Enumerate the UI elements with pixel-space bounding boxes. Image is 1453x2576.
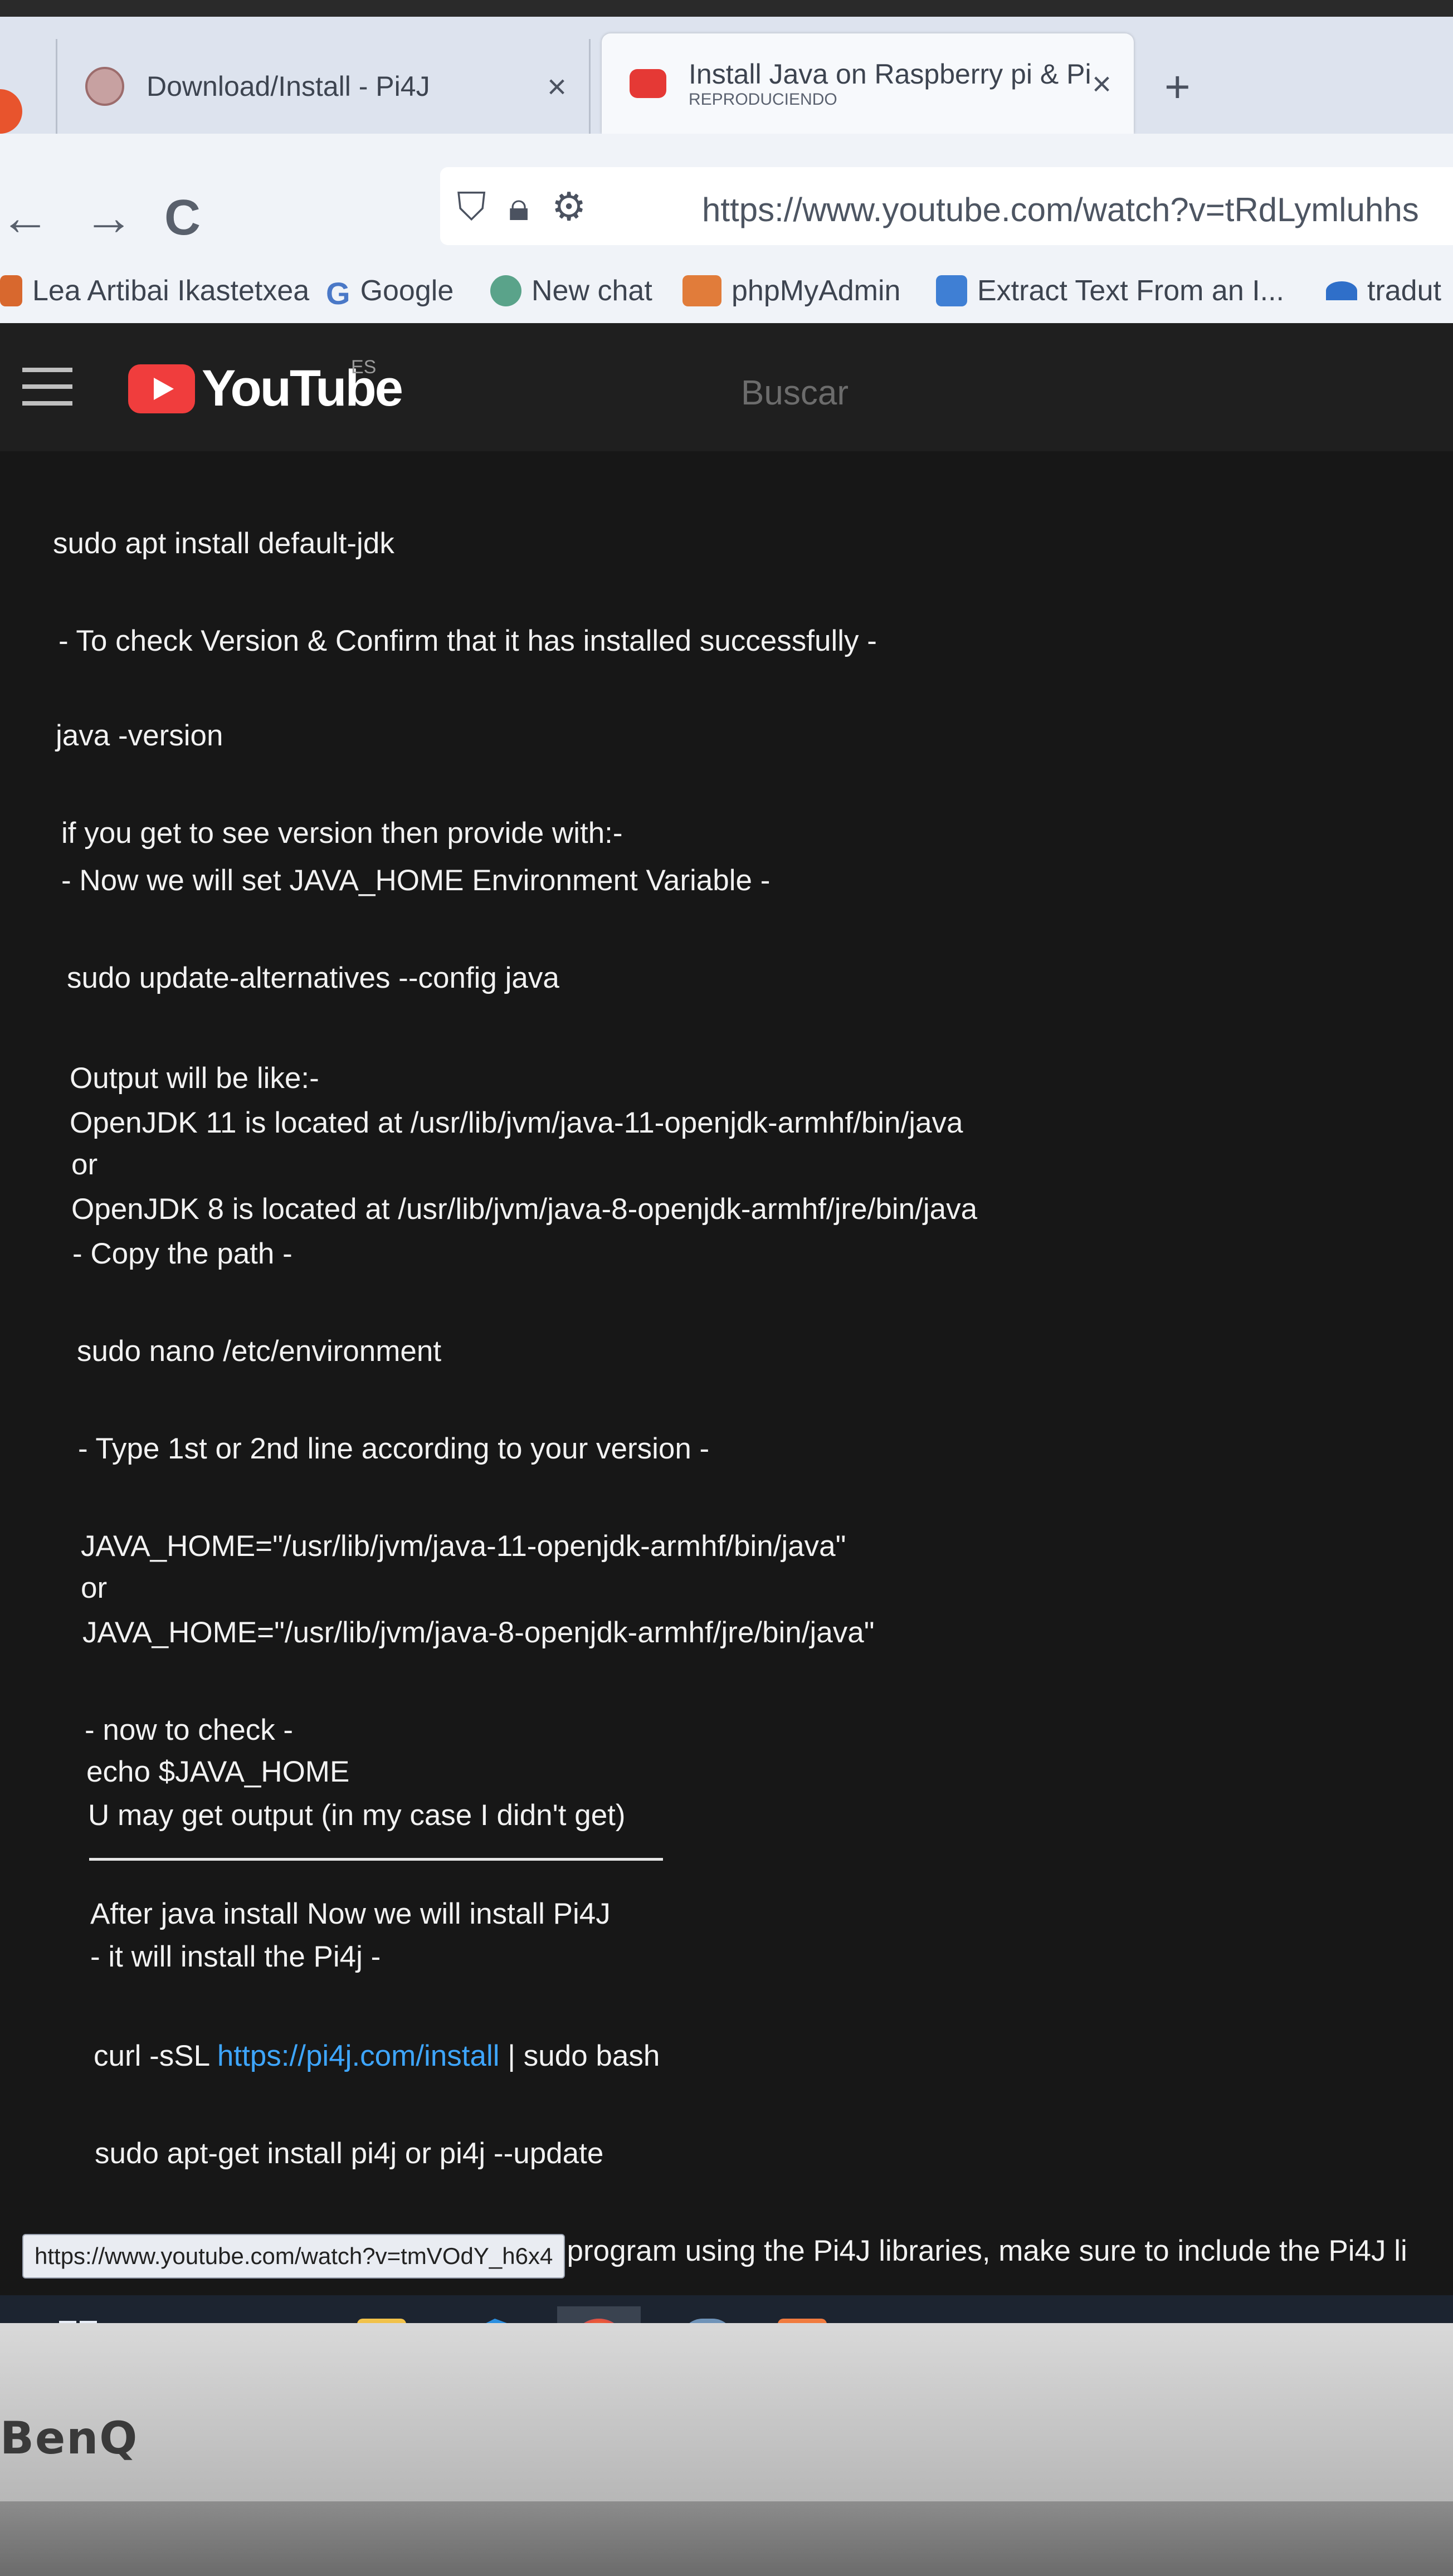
menu-icon[interactable] (22, 368, 72, 418)
description-line: if you get to see version then provide w… (61, 817, 623, 850)
description-line: Output will be like:- (70, 1062, 319, 1095)
youtube-play-icon (128, 364, 195, 413)
bookmark-extract-text[interactable]: Extract Text From an I... (936, 274, 1284, 308)
taskbar-task-view[interactable]: ☷ (240, 2306, 306, 2324)
bookmark-tradut[interactable]: tradut (1326, 274, 1441, 308)
description-line: JAVA_HOME="/usr/lib/jvm/java-11-openjdk-… (81, 1530, 846, 1563)
description-line: sudo apt install default-jdk (53, 527, 394, 560)
back-arrow-icon[interactable]: ← (0, 189, 50, 247)
monitor-brand-logo: BenQ (0, 2412, 139, 2464)
bookmark-new-chat[interactable]: New chat (490, 274, 652, 308)
bookmark-lea-artibai[interactable]: Lea Artibai Ikastetxea (0, 274, 309, 308)
bookmarks-bar: Lea Artibai Ikastetxea G Google New chat… (0, 262, 1453, 324)
description-line: U may get output (in my case I didn't ge… (88, 1799, 626, 1832)
description-line: sudo update-alternatives --config java (67, 962, 559, 994)
link-hover-status-url: https://www.youtube.com/watch?v=tmVOdY_h… (22, 2234, 565, 2279)
close-tab-icon[interactable]: × (547, 67, 567, 106)
tab-playing-label: REPRODUCIENDO (689, 90, 837, 109)
taskbar-xampp[interactable] (769, 2306, 836, 2323)
search-icon: ⌕ (172, 2316, 195, 2324)
description-line: - it will install the Pi4j - (90, 1940, 381, 1973)
taskbar-vscode[interactable] (454, 2306, 521, 2323)
description-line: - Type 1st or 2nd line according to your… (78, 1432, 710, 1465)
bookmark-label: phpMyAdmin (732, 275, 901, 307)
youtube-header: YouTube ES Buscar (0, 323, 1453, 451)
partial-tab-favicon (0, 89, 22, 134)
new-tab-button[interactable]: + (1164, 61, 1191, 113)
description-line: - Now we will set JAVA_HOME Environment … (61, 864, 771, 897)
reload-icon[interactable]: C (164, 189, 201, 247)
extract-text-icon (936, 275, 967, 306)
description-line: OpenJDK 11 is located at /usr/lib/jvm/ja… (70, 1106, 963, 1139)
start-button[interactable] (45, 2306, 111, 2323)
phpmyadmin-icon (682, 275, 721, 306)
description-line: JAVA_HOME="/usr/lib/jvm/java-8-openjdk-a… (82, 1616, 875, 1649)
description-line: or (81, 1572, 108, 1604)
pi4j-icon (85, 67, 124, 106)
youtube-favicon-icon (630, 69, 666, 98)
tab-title: Install Java on Raspberry pi & Pi (689, 58, 1091, 90)
description-line: echo $JAVA_HOME (86, 1755, 350, 1788)
taskbar-search[interactable]: ⌕ (150, 2306, 217, 2324)
curl-command-suffix: | sudo bash (499, 2040, 660, 2072)
chatgpt-icon (490, 275, 521, 306)
description-divider (89, 1858, 663, 1861)
url-text[interactable]: https://www.youtube.com/watch?v=tRdLymlu… (702, 191, 1419, 229)
description-curl-line: curl -sSL https://pi4j.com/install | sud… (94, 2039, 660, 2073)
bookmark-phpmyadmin[interactable]: phpMyAdmin (682, 274, 900, 308)
bookmark-google[interactable]: G Google (326, 274, 454, 311)
address-bar-icons: ⛉🔒︎⚙ (457, 184, 609, 230)
xampp-icon (778, 2319, 827, 2323)
monitor-top-bezel (0, 0, 1453, 17)
description-line: - To check Version & Confirm that it has… (58, 625, 877, 657)
taskbar-firefox[interactable] (557, 2306, 641, 2323)
forward-arrow-icon[interactable]: → (84, 189, 134, 247)
shield-icon[interactable]: ⛉ (457, 185, 509, 228)
lock-icon[interactable]: 🔒︎ (509, 185, 552, 228)
vscode-icon (463, 2319, 512, 2323)
browser-tab-strip: Download/Install - Pi4J × Install Java o… (0, 17, 1453, 134)
pi4j-install-link[interactable]: https://pi4j.com/install (217, 2040, 500, 2072)
search-input[interactable]: Buscar (741, 373, 849, 413)
browser-navigation-bar: ← → C ⛉🔒︎⚙ https://www.youtube.com/watch… (0, 134, 1453, 262)
bookmark-label: tradut (1367, 275, 1441, 307)
lea-artibai-icon (0, 275, 22, 306)
taskbar-file-explorer[interactable] (348, 2306, 415, 2323)
description-line: sudo apt-get install pi4j or pi4j --upda… (95, 2137, 604, 2170)
address-bar[interactable]: ⛉🔒︎⚙ https://www.youtube.com/watch?v=tRd… (440, 167, 1453, 245)
description-line: or (71, 1148, 98, 1181)
monitor-bottom-bezel (0, 2323, 1453, 2501)
postgresql-icon (683, 2319, 732, 2323)
close-tab-icon[interactable]: × (1092, 65, 1111, 103)
description-line: - now to check - (85, 1714, 294, 1746)
description-line: java -version (56, 719, 223, 752)
region-code: ES (351, 357, 377, 378)
description-line: OpenJDK 8 is located at /usr/lib/jvm/jav… (71, 1193, 978, 1226)
monitor-screen: Download/Install - Pi4J × Install Java o… (0, 17, 1453, 2323)
description-line: After java install Now we will install P… (90, 1897, 611, 1930)
windows-taskbar: ⌕ ☷ (0, 2295, 1453, 2323)
taskbar-postgresql[interactable] (674, 2306, 741, 2323)
bookmark-label: Lea Artibai Ikastetxea (32, 275, 310, 307)
tab-youtube-video[interactable]: Install Java on Raspberry pi & Pi REPROD… (602, 33, 1134, 134)
file-explorer-icon (357, 2319, 406, 2323)
task-view-icon: ☷ (257, 2319, 289, 2324)
bookmark-label: Extract Text From an I... (977, 275, 1284, 307)
desk-surface (0, 2501, 1453, 2576)
tab-title: Download/Install - Pi4J (147, 71, 430, 102)
permissions-icon[interactable]: ⚙ (552, 185, 609, 228)
bookmark-label: Google (360, 275, 454, 307)
bookmark-label: New chat (532, 275, 652, 307)
video-description: sudo apt install default-jdk - To check … (0, 451, 1453, 2295)
description-line: sudo nano /etc/environment (77, 1335, 442, 1368)
translator-icon (1326, 281, 1357, 300)
description-line: - Copy the path - (72, 1237, 292, 1270)
firefox-icon (574, 2319, 623, 2323)
tab-pi4j-download[interactable]: Download/Install - Pi4J × (56, 39, 591, 134)
curl-command-prefix: curl -sSL (94, 2040, 217, 2072)
google-icon: G (326, 276, 350, 311)
